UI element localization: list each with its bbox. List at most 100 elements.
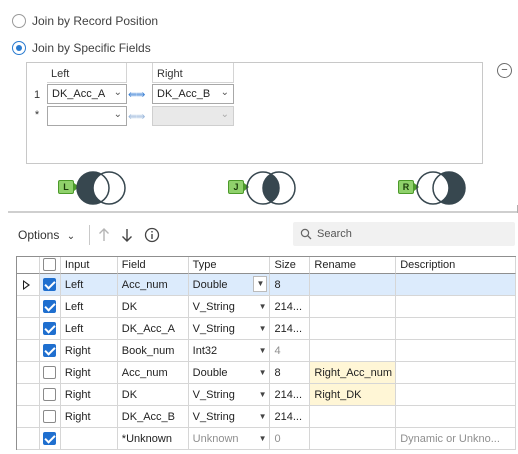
rename-cell[interactable] — [310, 406, 397, 428]
table-row[interactable]: Right Book_num Int32 ▼ 4 — [17, 340, 516, 362]
type-dropdown-icon[interactable]: ▼ — [259, 362, 267, 383]
field-value: DK — [121, 301, 138, 313]
field-cell[interactable]: DK — [117, 384, 189, 406]
field-cell[interactable]: DK_Acc_B — [117, 406, 189, 428]
join-by-position-option[interactable]: Join by Record Position — [12, 12, 158, 30]
include-field-checkbox[interactable] — [42, 432, 56, 445]
column-header-input[interactable]: Input — [60, 257, 118, 274]
size-cell[interactable]: 8 — [270, 362, 311, 384]
field-cell[interactable]: Book_num — [117, 340, 189, 362]
description-cell[interactable] — [396, 384, 516, 406]
type-cell[interactable]: V_String ▼ — [188, 318, 271, 340]
select-all-cell[interactable] — [39, 257, 61, 274]
size-cell[interactable]: 214... — [270, 384, 311, 406]
include-cell[interactable] — [39, 362, 61, 384]
type-cell[interactable]: Unknown ▼ — [188, 428, 271, 450]
table-row[interactable]: Right DK_Acc_B V_String ▼ 214... — [17, 406, 516, 428]
type-cell[interactable]: V_String ▼ — [188, 384, 271, 406]
type-dropdown-icon[interactable]: ▼ — [259, 428, 267, 449]
info-icon[interactable] — [144, 227, 160, 243]
include-field-checkbox[interactable] — [42, 300, 56, 313]
rename-cell[interactable] — [310, 274, 397, 296]
type-dropdown-icon[interactable]: ▼ — [259, 384, 267, 405]
field-cell[interactable]: DK_Acc_A — [117, 318, 189, 340]
include-field-checkbox[interactable] — [42, 388, 56, 401]
type-dropdown-icon[interactable]: ▼ — [259, 340, 267, 361]
description-cell[interactable]: Dynamic or Unkno... — [396, 428, 516, 450]
select-all-checkbox[interactable] — [42, 258, 56, 271]
include-field-checkbox[interactable] — [42, 278, 56, 291]
type-cell[interactable]: Double ▼ — [188, 362, 271, 384]
size-cell[interactable]: 4 — [270, 340, 311, 362]
rename-cell[interactable] — [310, 296, 397, 318]
panel-splitter[interactable] — [8, 211, 518, 213]
type-dropdown-icon[interactable]: ▼ — [259, 318, 267, 339]
type-dropdown-icon[interactable]: ▼ — [259, 406, 267, 427]
rename-cell[interactable]: Right_Acc_num — [310, 362, 397, 384]
new-left-field-select[interactable]: ⌄ — [47, 106, 127, 126]
size-cell[interactable]: 214... — [270, 406, 311, 428]
include-cell[interactable] — [39, 274, 61, 296]
rename-cell[interactable] — [310, 340, 397, 362]
field-cell[interactable]: DK — [117, 296, 189, 318]
description-cell[interactable] — [396, 296, 516, 318]
description-cell[interactable] — [396, 318, 516, 340]
size-cell[interactable]: 0 — [270, 428, 311, 450]
field-cell[interactable]: *Unknown — [117, 428, 189, 450]
input-cell: Right — [60, 406, 118, 428]
include-field-checkbox[interactable] — [42, 366, 56, 379]
description-cell[interactable] — [396, 362, 516, 384]
type-dropdown-icon[interactable]: ▼ — [253, 276, 268, 292]
column-header-type[interactable]: Type — [188, 257, 271, 274]
include-cell[interactable] — [39, 340, 61, 362]
description-cell[interactable] — [396, 274, 516, 296]
include-field-checkbox[interactable] — [42, 322, 56, 335]
join-by-position-radio[interactable] — [12, 14, 26, 28]
type-cell[interactable]: V_String ▼ — [188, 296, 271, 318]
table-row[interactable]: Left DK V_String ▼ 214... — [17, 296, 516, 318]
field-cell[interactable]: Acc_num — [117, 362, 189, 384]
description-cell[interactable] — [396, 340, 516, 362]
move-up-icon[interactable] — [98, 228, 110, 242]
include-cell[interactable] — [39, 384, 61, 406]
join-by-fields-option[interactable]: Join by Specific Fields — [12, 39, 151, 57]
right-field-select[interactable]: DK_Acc_B ⌄ — [152, 84, 234, 104]
size-cell[interactable]: 8 — [270, 274, 311, 296]
include-cell[interactable] — [39, 428, 61, 450]
type-dropdown-icon[interactable]: ▼ — [259, 296, 267, 317]
type-cell[interactable]: Int32 ▼ — [188, 340, 271, 362]
include-cell[interactable] — [39, 296, 61, 318]
search-field[interactable]: Search — [293, 222, 515, 246]
options-menu[interactable]: Options ⌄ — [18, 228, 75, 242]
column-header-description[interactable]: Description — [396, 257, 516, 274]
size-cell[interactable]: 214... — [270, 318, 311, 340]
include-cell[interactable] — [39, 406, 61, 428]
table-row[interactable]: Left Acc_num Double ▼ 8 — [17, 274, 516, 296]
include-field-checkbox[interactable] — [42, 410, 56, 423]
inner-join-venn-icon[interactable] — [246, 170, 304, 206]
include-cell[interactable] — [39, 318, 61, 340]
field-value: *Unknown — [121, 433, 172, 445]
move-down-icon[interactable] — [121, 228, 133, 242]
rename-cell[interactable]: Right_DK — [310, 384, 397, 406]
table-row[interactable]: Left DK_Acc_A V_String ▼ 214... — [17, 318, 516, 340]
size-cell[interactable]: 214... — [270, 296, 311, 318]
rename-cell[interactable] — [310, 428, 397, 450]
column-header-field[interactable]: Field — [117, 257, 189, 274]
table-row[interactable]: *Unknown Unknown ▼ 0 Dynamic or Unkno... — [17, 428, 516, 450]
remove-row-button[interactable]: − — [497, 63, 512, 78]
description-cell[interactable] — [396, 406, 516, 428]
rename-cell[interactable] — [310, 318, 397, 340]
table-row[interactable]: Right Acc_num Double ▼ 8 Right_Acc_num — [17, 362, 516, 384]
left-join-venn-icon[interactable] — [76, 170, 134, 206]
type-cell[interactable]: V_String ▼ — [188, 406, 271, 428]
left-field-select[interactable]: DK_Acc_A ⌄ — [47, 84, 127, 104]
right-join-venn-icon[interactable] — [416, 170, 474, 206]
join-by-fields-radio[interactable] — [12, 41, 26, 55]
column-header-size[interactable]: Size — [270, 257, 311, 274]
include-field-checkbox[interactable] — [42, 344, 56, 357]
type-cell[interactable]: Double ▼ — [188, 274, 271, 296]
table-row[interactable]: Right DK V_String ▼ 214... Right_DK — [17, 384, 516, 406]
field-cell[interactable]: Acc_num — [117, 274, 189, 296]
column-header-rename[interactable]: Rename — [310, 257, 397, 274]
